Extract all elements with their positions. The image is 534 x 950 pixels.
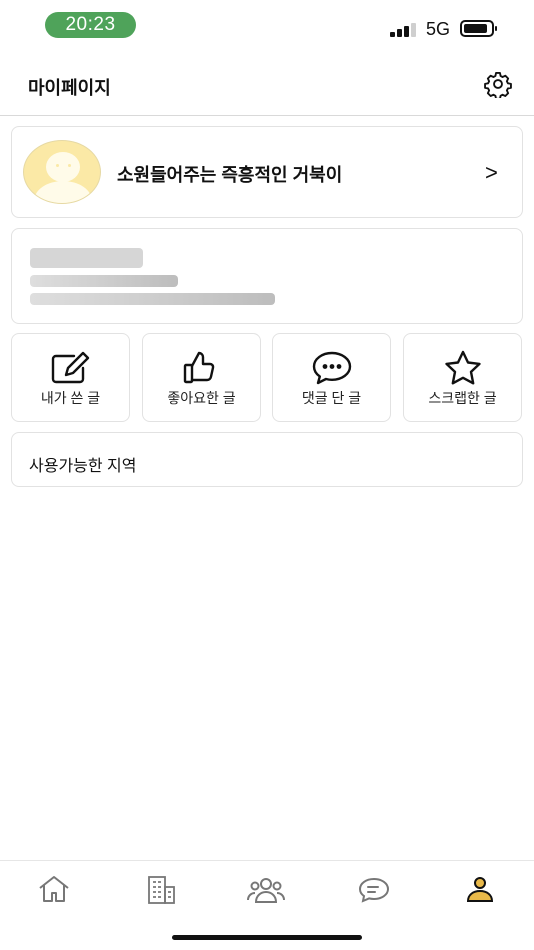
edit-icon xyxy=(51,351,90,384)
home-icon xyxy=(39,876,69,902)
liked-posts-button[interactable]: 좋아요한 글 xyxy=(142,333,261,422)
tab-bar xyxy=(0,860,534,920)
action-label: 스크랩한 글 xyxy=(428,390,497,406)
skeleton-line xyxy=(30,275,178,287)
action-label: 댓글 단 글 xyxy=(301,390,362,406)
skeleton-line xyxy=(30,248,143,268)
chevron-right-icon: > xyxy=(485,160,498,185)
status-time: 20:23 xyxy=(45,12,136,38)
tab-my-page[interactable] xyxy=(460,873,500,907)
commented-posts-button[interactable]: 댓글 단 글 xyxy=(272,333,391,422)
network-type: 5G xyxy=(426,19,451,39)
settings-button[interactable] xyxy=(484,70,512,100)
tab-buildings[interactable] xyxy=(141,873,181,907)
status-bar: 20:23 5G xyxy=(0,0,534,50)
battery-icon xyxy=(460,20,497,37)
profile-card[interactable]: 소원들어주는 즉흥적인 거북이 > xyxy=(11,126,523,218)
chat-bubble-icon xyxy=(312,351,352,385)
available-region-row[interactable]: 사용가능한 지역 xyxy=(11,432,523,487)
signal-icon xyxy=(390,21,418,37)
people-icon xyxy=(247,878,285,903)
battery-level xyxy=(464,24,487,33)
tab-chat[interactable] xyxy=(354,873,394,907)
tab-home[interactable] xyxy=(34,873,74,907)
skeleton-line xyxy=(30,293,275,305)
action-label: 좋아요한 글 xyxy=(167,390,236,406)
my-posts-button[interactable]: 내가 쓴 글 xyxy=(11,333,130,422)
building-icon xyxy=(148,876,175,904)
loading-skeleton-card xyxy=(11,228,523,324)
gear-icon xyxy=(484,71,512,100)
star-icon xyxy=(445,350,481,385)
profile-nickname: 소원들어주는 즉흥적인 거북이 xyxy=(117,165,343,185)
profile-icon xyxy=(466,877,494,902)
page-title: 마이페이지 xyxy=(28,78,111,98)
tab-community[interactable] xyxy=(246,873,286,907)
scrapped-posts-button[interactable]: 스크랩한 글 xyxy=(403,333,522,422)
avatar xyxy=(23,140,101,204)
thumbs-up-icon xyxy=(183,351,215,384)
home-indicator xyxy=(172,935,362,940)
action-label: 내가 쓴 글 xyxy=(40,390,101,406)
header: 마이페이지 xyxy=(0,50,534,116)
region-label: 사용가능한 지역 xyxy=(29,458,137,475)
chat-icon xyxy=(358,877,390,903)
